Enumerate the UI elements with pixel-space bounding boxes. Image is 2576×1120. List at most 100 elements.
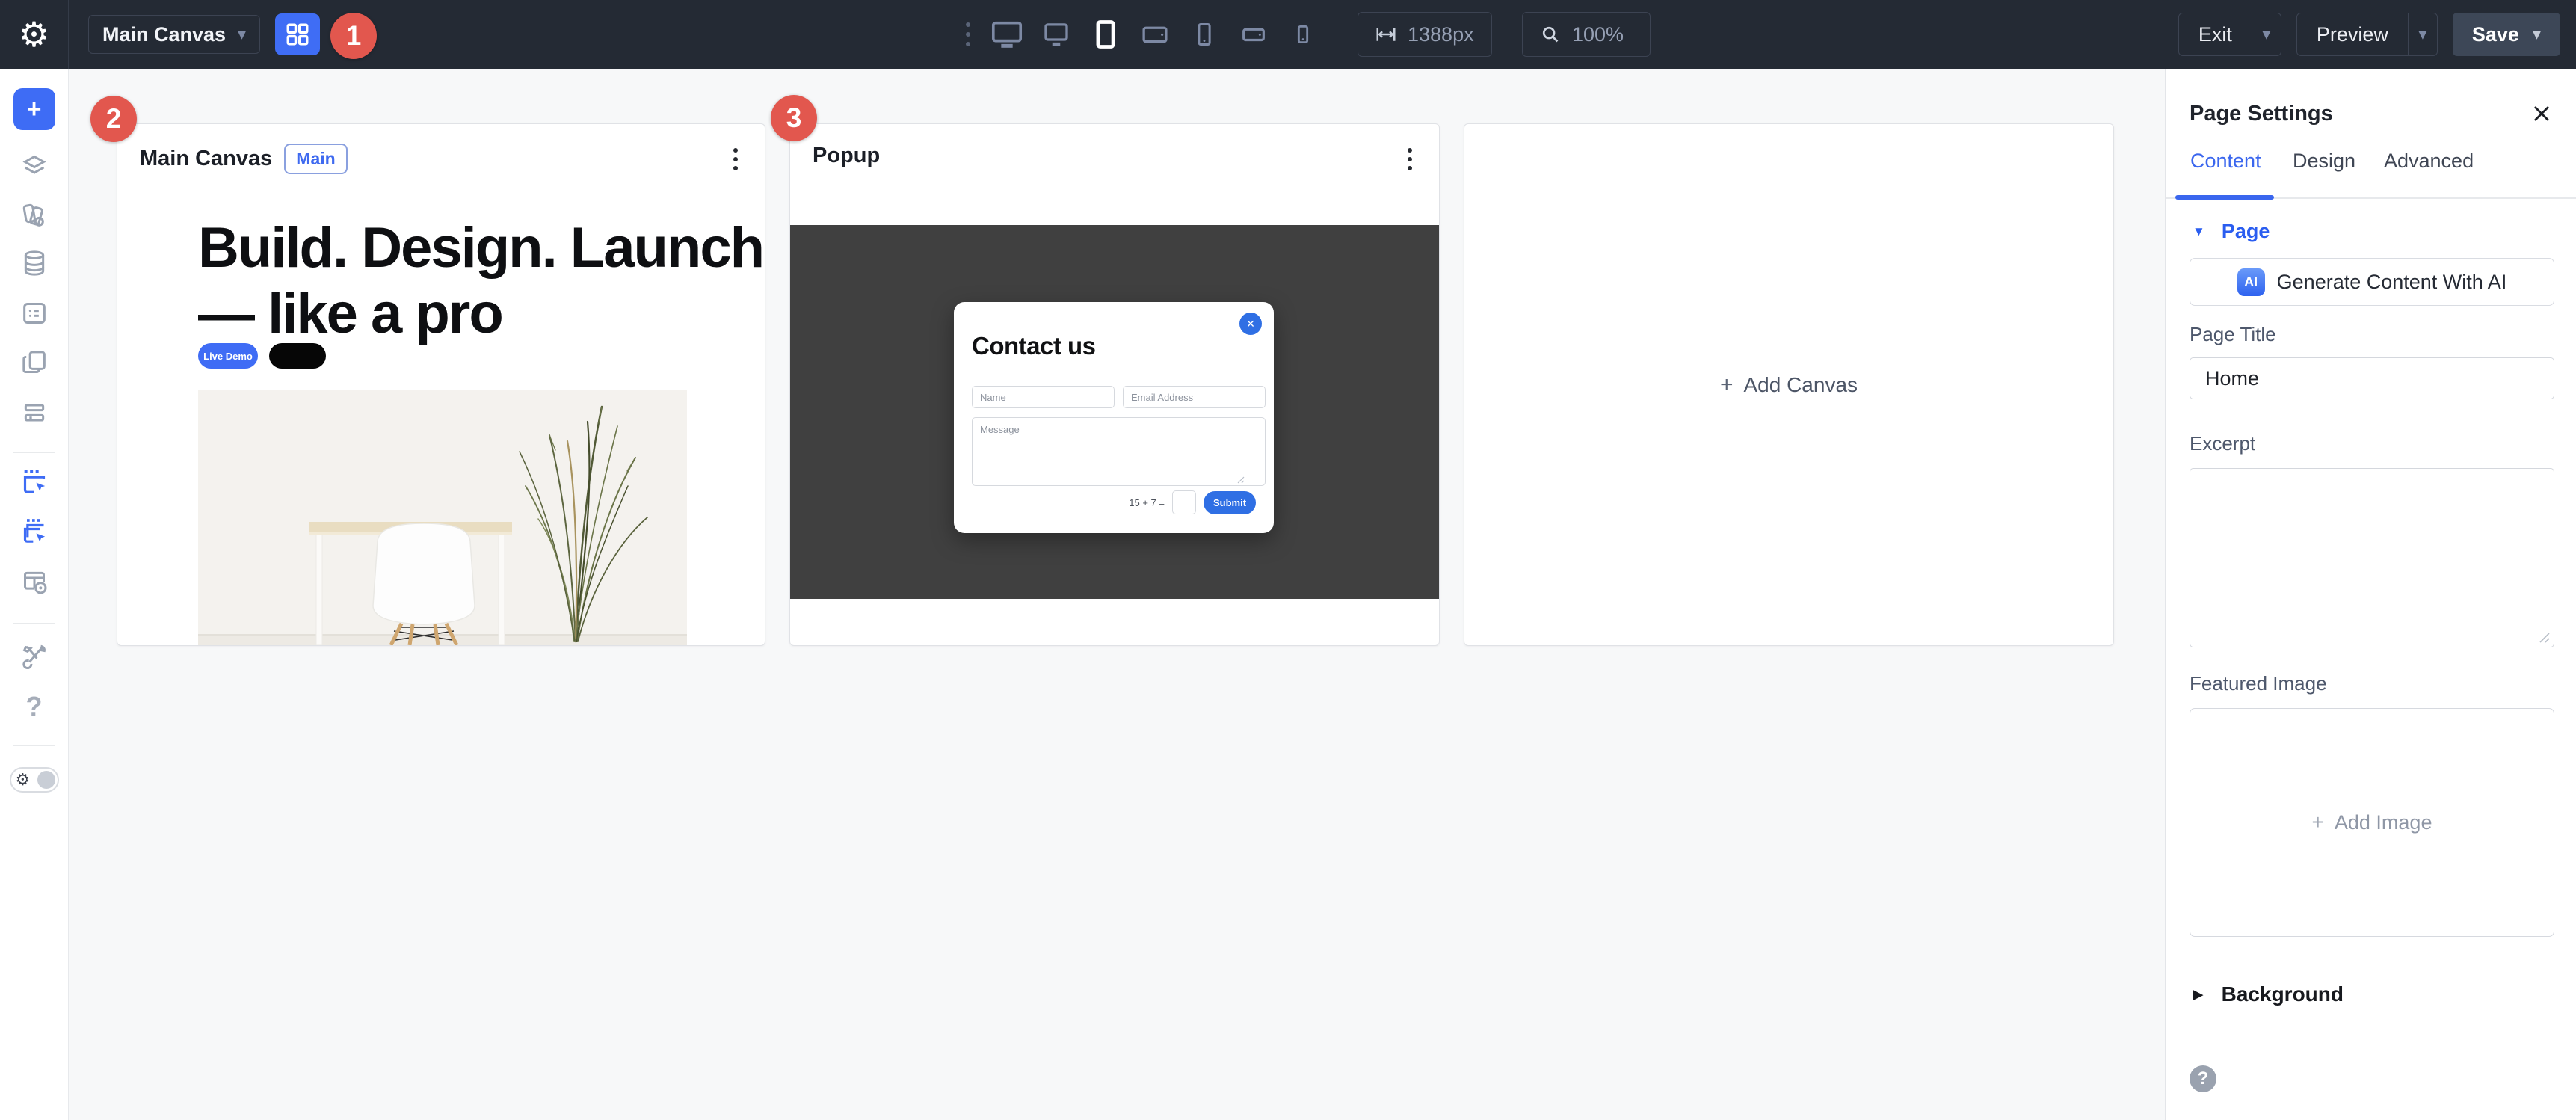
- left-sidebar: +: [0, 69, 69, 1120]
- modal-close-button[interactable]: ✕: [1239, 313, 1262, 335]
- device-phone-portrait-icon[interactable]: [1187, 17, 1221, 52]
- help-button[interactable]: ?: [2190, 1065, 2216, 1092]
- window-eye-icon: [19, 567, 49, 597]
- canvas-grid-view-button[interactable]: [275, 13, 320, 55]
- gear-icon: ⚙: [16, 772, 31, 788]
- database-icon: [19, 248, 49, 278]
- tab-advanced[interactable]: Advanced: [2384, 150, 2474, 191]
- device-desktop-icon[interactable]: [1039, 17, 1073, 52]
- sidebar-item-design-library[interactable]: [19, 200, 49, 230]
- canvas-card-main[interactable]: Main Canvas Main Build. Design. Launch —…: [117, 123, 765, 646]
- preview-dropdown-button[interactable]: ▾: [2408, 13, 2437, 55]
- canvas-header: Popup: [813, 144, 880, 168]
- canvas-menu-button[interactable]: [730, 145, 741, 173]
- settings-toggle[interactable]: ⚙: [10, 767, 59, 793]
- toolbar-actions: Exit ▾ Preview ▾ Save ▾: [2178, 13, 2560, 56]
- save-button-label: Save: [2472, 23, 2519, 46]
- gear-icon: ⚙: [19, 17, 49, 52]
- sidebar-item-global-pages[interactable]: [19, 516, 49, 546]
- canvas-header: Main Canvas Main: [140, 144, 348, 174]
- device-desktop-large-icon[interactable]: [990, 17, 1024, 52]
- canvas-width-control[interactable]: 1388px: [1358, 12, 1492, 57]
- chevron-down-icon: ▾: [2418, 26, 2426, 43]
- hero-image[interactable]: [198, 390, 687, 646]
- zoom-control[interactable]: 100%: [1522, 12, 1651, 57]
- sidebar-item-templates[interactable]: [19, 348, 49, 378]
- device-phone-landscape-icon[interactable]: [1236, 17, 1271, 52]
- preview-button[interactable]: Preview: [2297, 13, 2408, 55]
- panel-close-button[interactable]: [2530, 102, 2554, 126]
- sidebar-item-forms[interactable]: [19, 298, 49, 328]
- message-textarea[interactable]: [972, 417, 1266, 486]
- add-canvas-card[interactable]: + Add Canvas: [1464, 123, 2114, 646]
- sidebar-item-page-selector[interactable]: [19, 467, 49, 496]
- tab-content[interactable]: Content: [2190, 150, 2261, 191]
- active-tab-underline: [2175, 195, 2274, 200]
- generate-ai-button[interactable]: AI Generate Content With AI: [2190, 258, 2554, 306]
- form-card-icon: [19, 298, 49, 328]
- exit-button[interactable]: Exit: [2179, 13, 2252, 55]
- resize-handle-icon: [1237, 476, 1245, 484]
- page-settings-panel: Page Settings Content Design Advanced ▼ …: [2165, 69, 2576, 1120]
- add-canvas-button[interactable]: + Add Canvas: [1720, 373, 1858, 397]
- modal-heading: Contact us: [972, 332, 1096, 360]
- name-input[interactable]: [972, 386, 1115, 408]
- breakpoints-menu-icon[interactable]: [966, 22, 970, 46]
- page-title-input[interactable]: [2190, 357, 2554, 399]
- canvas-card-popup[interactable]: Popup ✕ Contact us: [789, 123, 1440, 646]
- chevron-collapsed-icon: ▶: [2193, 986, 2204, 1003]
- sidebar-item-structure[interactable]: [19, 398, 49, 428]
- grid-icon: [285, 22, 310, 47]
- sidebar-divider: [13, 452, 55, 453]
- device-tablet-portrait-icon-active[interactable]: [1088, 17, 1123, 52]
- exit-dropdown-button[interactable]: ▾: [2252, 13, 2281, 55]
- hero-heading[interactable]: Build. Design. Launch — like a pro: [198, 215, 763, 347]
- tab-design[interactable]: Design: [2293, 150, 2355, 191]
- responsive-controls: 1388px 100%: [966, 0, 1651, 69]
- page-title-label: Page Title: [2190, 323, 2276, 346]
- close-icon: [2531, 103, 2552, 124]
- sidebar-divider: [13, 623, 55, 624]
- page-cursor-icon: [19, 467, 49, 496]
- sidebar-item-help[interactable]: ?: [26, 691, 43, 722]
- builder-menu-button[interactable]: ⚙: [0, 0, 69, 69]
- submit-button[interactable]: Submit: [1204, 491, 1256, 514]
- design-library-icon: [19, 200, 49, 230]
- exit-split-button: Exit ▾: [2178, 13, 2281, 56]
- sidebar-item-tools[interactable]: [19, 641, 49, 671]
- magnifier-icon: [1539, 23, 1562, 46]
- save-button[interactable]: Save ▾: [2453, 13, 2560, 56]
- live-demo-button[interactable]: Live Demo: [198, 343, 258, 369]
- canvas-width-value: 1388px: [1408, 23, 1474, 46]
- sidebar-item-page-preview[interactable]: [19, 567, 49, 597]
- canvas-select-value: Main Canvas: [102, 23, 238, 46]
- layers-icon: [19, 151, 49, 181]
- chevron-down-icon: ▾: [2262, 26, 2270, 43]
- add-element-button[interactable]: +: [13, 88, 55, 130]
- sidebar-item-dynamic-data[interactable]: [19, 248, 49, 278]
- excerpt-textarea[interactable]: [2190, 468, 2554, 647]
- canvas-select-dropdown[interactable]: Main Canvas ▾: [88, 15, 260, 54]
- annotation-badge-1: 1: [330, 13, 377, 59]
- plus-icon: +: [2312, 812, 2324, 833]
- background-section-label: Background: [2222, 982, 2344, 1006]
- canvas-workspace: Main Canvas Main Build. Design. Launch —…: [69, 69, 2165, 1120]
- plus-icon: +: [1720, 374, 1734, 396]
- email-input[interactable]: [1123, 386, 1266, 408]
- hero-buttons: Live Demo: [198, 343, 326, 369]
- add-image-dropzone[interactable]: + Add Image: [2190, 708, 2554, 937]
- preview-split-button: Preview ▾: [2296, 13, 2438, 56]
- chevron-expanded-icon: ▼: [2193, 225, 2205, 238]
- dark-button[interactable]: [269, 343, 326, 369]
- device-tablet-landscape-icon[interactable]: [1138, 17, 1172, 52]
- device-phone-small-icon[interactable]: [1286, 17, 1320, 52]
- page-section-header[interactable]: ▼ Page: [2193, 220, 2270, 243]
- sidebar-item-layers[interactable]: [19, 151, 49, 181]
- modal-input-row: [972, 386, 1266, 408]
- canvas-menu-button[interactable]: [1405, 145, 1415, 173]
- background-section-header[interactable]: ▶ Background: [2193, 982, 2344, 1006]
- builder-window: ⚙ Main Canvas ▾: [0, 0, 2576, 1120]
- captcha-input[interactable]: [1172, 490, 1196, 514]
- toggle-knob: [37, 771, 55, 789]
- sidebar-divider: [13, 745, 55, 746]
